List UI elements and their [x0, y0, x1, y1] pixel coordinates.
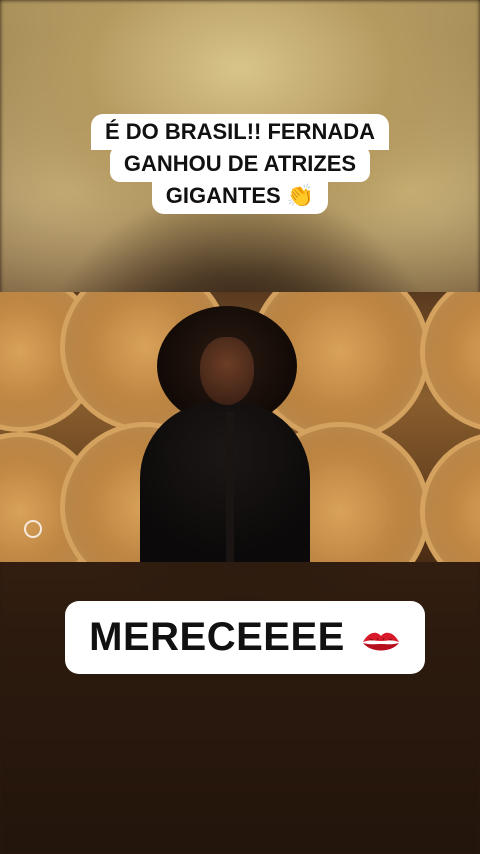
- cbs-eye-icon: [24, 520, 42, 538]
- top-caption-line-1: É DO BRASIL!! FERNADA: [90, 114, 390, 150]
- stage-ring: [420, 292, 480, 432]
- presenter-dress: [140, 402, 310, 562]
- bottom-caption-text: MERECEEEE: [89, 615, 345, 659]
- top-caption-line-2: GANHOU DE ATRIZES: [109, 146, 371, 182]
- microphone-stand: [226, 412, 234, 562]
- top-caption-line-3: GIGANTES 👏: [151, 178, 329, 214]
- presenter-face: [200, 337, 254, 405]
- stage-ring: [420, 432, 480, 562]
- video-frame[interactable]: [0, 292, 480, 562]
- kiss-mark-icon: [361, 629, 401, 655]
- bottom-caption: MERECEEEE: [65, 601, 425, 674]
- top-caption: É DO BRASIL!! FERNADA GANHOU DE ATRIZES …: [0, 114, 480, 214]
